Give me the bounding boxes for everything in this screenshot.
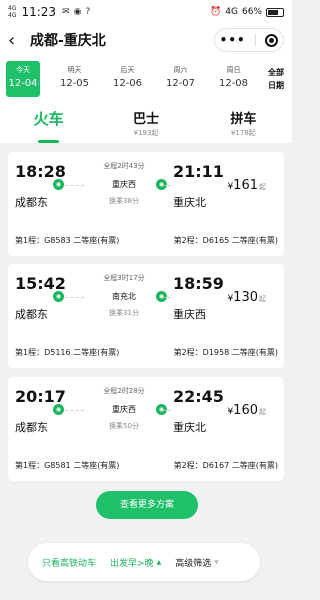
nav-header: ‹ 成都-重庆北 ••• [0,24,292,56]
chevron-down-icon: ▼ [214,558,219,566]
arrival-station: 重庆北 [173,421,206,434]
trip-legs: 第1程：G8583 二等座(有票) 第2程：D6165 二等座(有票) [15,235,278,246]
battery-percent: 66% [241,7,262,17]
train-icon: ◉ [53,404,64,415]
trip-card[interactable]: 15:42 全程3时17分 18:59 ◉ 南充北 ◉ 成都东 换乘31分 重庆… [8,264,284,368]
location-icon: ◉ [73,7,82,17]
arrival-time: 21:11 [173,162,224,181]
tab-price: ¥178起 [230,129,256,137]
trip-card[interactable]: 18:28 全程2时43分 21:11 ◉ 重庆西 ◉ 成都东 换乘38分 重庆… [8,152,284,256]
signal-label-1: 4G [8,5,17,12]
trip-price: ¥161起 [227,178,266,193]
arrival-station: 重庆西 [173,308,206,321]
clock: 11:23 [21,5,57,19]
more-menu-icon[interactable]: ••• [220,33,246,47]
date-selector: 今天 12-04 明天 12-05 后天 12-06 周六 12-07 周日 1… [0,56,292,102]
network-label: 4G [225,7,238,17]
date-value: 12-07 [165,78,196,89]
price-value: 161 [233,178,258,193]
tab-label: 拼车 [230,112,257,127]
route-line [161,410,171,411]
all-dates-line2: 日期 [268,81,284,90]
trip-legs: 第1程：D5116 二等座(有票) 第2程：D1958 二等座(有票) [15,347,278,358]
total-duration: 全程2时28分 [103,387,145,395]
date-tab-today[interactable]: 今天 12-04 [6,61,40,97]
page-title: 成都-重庆北 [30,33,106,49]
trip-price: ¥160起 [227,403,266,418]
trip-legs: 第1程：G8581 二等座(有票) 第2程：D6167 二等座(有票) [15,460,278,471]
transfer-time: 换乘38分 [109,197,139,205]
more-options-button[interactable]: 查看更多方案 [96,491,198,519]
transfer-time: 换乘31分 [109,309,139,317]
signal-label-2: 4G [8,12,17,19]
date-day: 周六 [173,66,188,74]
train-icon: ◉ [53,291,64,302]
leg-2: 第2程：D6165 二等座(有票) [173,236,278,245]
date-value: 12-05 [59,78,90,89]
transport-mode-tabs: 火车 巴士 ¥193起 拼车 ¥178起 [0,102,292,144]
leg-2: 第2程：D1958 二等座(有票) [173,348,278,357]
leg-1: 第1程：G8583 二等座(有票) [15,236,120,245]
train-icon: ◉ [53,179,64,190]
tab-bus[interactable]: 巴士 ¥193起 [97,102,194,143]
trip-price: ¥130起 [227,290,266,305]
advanced-filter-button[interactable]: 高级筛选 [175,556,211,569]
transfer-station: 重庆西 [112,180,136,189]
high-speed-only-filter[interactable]: 只看高铁动车 [42,556,96,569]
date-value: 12-08 [218,78,249,89]
price-suffix: 起 [259,183,266,191]
sort-departure-filter[interactable]: 出发早>晚 [110,556,154,569]
transfer-station: 南充北 [112,292,136,301]
tab-label: 火车 [33,110,64,128]
leg-1: 第1程：G8581 二等座(有票) [15,461,120,470]
transfer-station: 重庆西 [112,405,136,414]
date-day: 后天 [120,66,135,74]
message-icon: ✉ [62,7,70,17]
price-suffix: 起 [259,295,266,303]
date-day: 周日 [226,66,241,74]
mini-program-capsule: ••• [214,28,284,52]
total-duration: 全程3时17分 [103,274,145,282]
trip-card[interactable]: 20:17 全程2时28分 22:45 ◉ 重庆西 ◉ 成都东 换乘50分 重庆… [8,377,284,481]
capsule-divider [255,34,256,46]
tab-label: 巴士 [132,112,159,127]
route-line [161,185,171,186]
date-tab-sunday[interactable]: 周日 12-08 [207,61,260,97]
back-icon[interactable]: ‹ [8,30,26,51]
sort-up-icon: ▲ [156,558,162,566]
filter-bar: 只看高铁动车 出发早>晚 ▲ 高级筛选 ▼ [28,543,260,581]
date-tab-tomorrow[interactable]: 明天 12-05 [48,61,101,97]
arrival-time: 22:45 [173,387,224,406]
transfer-time: 换乘50分 [109,422,139,430]
departure-station: 成都东 [15,196,48,209]
price-suffix: 起 [259,408,266,416]
leg-2: 第2程：D6167 二等座(有票) [173,461,278,470]
tab-carpool[interactable]: 拼车 ¥178起 [195,102,292,143]
signal-indicator: 4G 4G [8,5,16,19]
question-icon: ? [85,7,91,17]
leg-1: 第1程：D5116 二等座(有票) [15,348,120,357]
tab-price: ¥193起 [133,129,159,137]
departure-station: 成都东 [15,308,48,321]
date-value: 12-06 [112,78,143,89]
battery-icon [266,7,284,17]
arrival-station: 重庆北 [173,196,206,209]
date-tab-day-after[interactable]: 后天 12-06 [101,61,154,97]
close-mini-program-icon[interactable] [265,33,279,47]
alarm-icon: ⏰ [210,7,222,17]
tab-train[interactable]: 火车 [0,102,97,143]
route-line [161,297,171,298]
date-day: 明天 [67,66,82,74]
all-dates-line1: 全部 [268,68,284,77]
status-bar: 4G 4G 11:23 ✉ ◉ ? ⏰ 4G 66% [0,0,292,24]
date-value: 12-04 [8,78,38,89]
date-day: 今天 [16,66,30,74]
price-value: 160 [233,403,258,418]
date-tab-saturday[interactable]: 周六 12-07 [154,61,207,97]
departure-station: 成都东 [15,421,48,434]
price-value: 130 [233,290,258,305]
arrival-time: 18:59 [173,274,224,293]
all-dates-button[interactable]: 全部 日期 [262,66,290,92]
total-duration: 全程2时43分 [103,162,145,170]
